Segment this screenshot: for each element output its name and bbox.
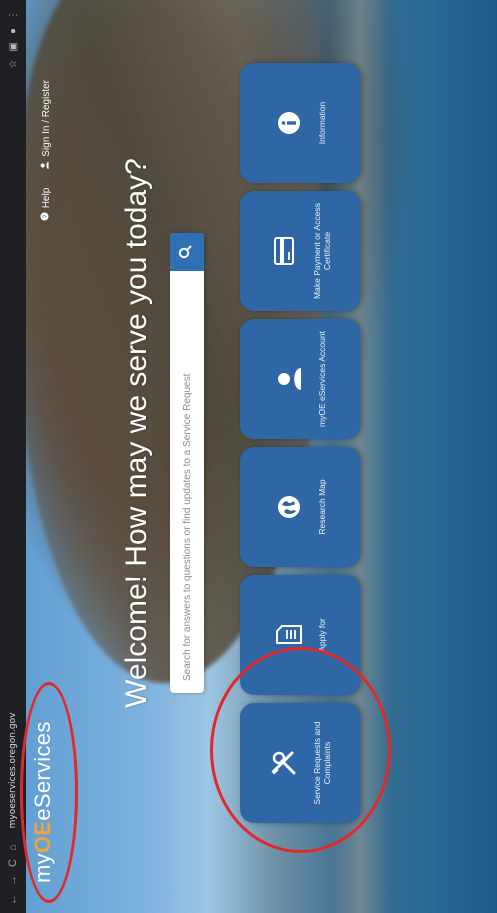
tile-information[interactable]: Information	[240, 63, 360, 183]
photo-frame: ← → C ⌂ myoeservices.oregon.gov ☆ ▣ ● ⋮ …	[0, 0, 497, 913]
extensions-icon[interactable]: ▣	[8, 42, 19, 51]
home-icon[interactable]: ⌂	[7, 844, 19, 851]
tile-label: Research Map	[316, 479, 327, 535]
search-input[interactable]	[180, 271, 194, 693]
menu-icon[interactable]: ⋮	[8, 10, 19, 20]
user-icon	[40, 161, 52, 170]
globe-icon	[273, 491, 305, 523]
sign-in-label: Sign In / Register	[40, 80, 52, 157]
star-icon[interactable]: ☆	[8, 60, 19, 69]
browser-controls: ☆ ▣ ● ⋮	[8, 0, 19, 68]
account-icon	[273, 363, 305, 395]
help-link[interactable]: ? Help	[40, 188, 52, 222]
svg-text:?: ?	[42, 215, 49, 219]
search-box	[170, 233, 204, 693]
browser-nav: ← → C ⌂	[7, 844, 19, 913]
welcome-heading: Welcome! How may we serve you today?	[120, 158, 153, 708]
tile-label: Information	[316, 101, 327, 145]
browser-screen: ← → C ⌂ myoeservices.oregon.gov ☆ ▣ ● ⋮ …	[0, 0, 497, 913]
tile-account[interactable]: myOE eServices Account	[240, 319, 360, 439]
info-icon	[273, 107, 305, 139]
annotation-circle-logo	[20, 682, 78, 903]
tile-research-map[interactable]: Research Map	[240, 447, 360, 567]
tile-payment-certificate[interactable]: Make Payment or Access Certificate	[240, 191, 360, 311]
header-nav: ? Help Sign In / Register	[40, 80, 52, 221]
search-button[interactable]	[170, 233, 204, 271]
profile-icon[interactable]: ●	[8, 28, 19, 34]
annotation-circle-service-requests	[210, 647, 391, 853]
tile-label: myOE eServices Account	[316, 331, 327, 427]
forward-icon[interactable]: →	[7, 875, 19, 886]
sign-in-link[interactable]: Sign In / Register	[40, 80, 52, 170]
address-bar[interactable]: myoeservices.oregon.gov	[8, 713, 18, 829]
payment-card-icon	[268, 235, 300, 267]
reload-icon[interactable]: C	[7, 859, 19, 867]
back-icon[interactable]: ←	[7, 894, 19, 905]
help-label: Help	[40, 187, 52, 209]
help-icon: ?	[40, 212, 52, 221]
tile-label: Make Payment or Access Certificate	[311, 203, 332, 299]
search-icon	[178, 245, 197, 259]
